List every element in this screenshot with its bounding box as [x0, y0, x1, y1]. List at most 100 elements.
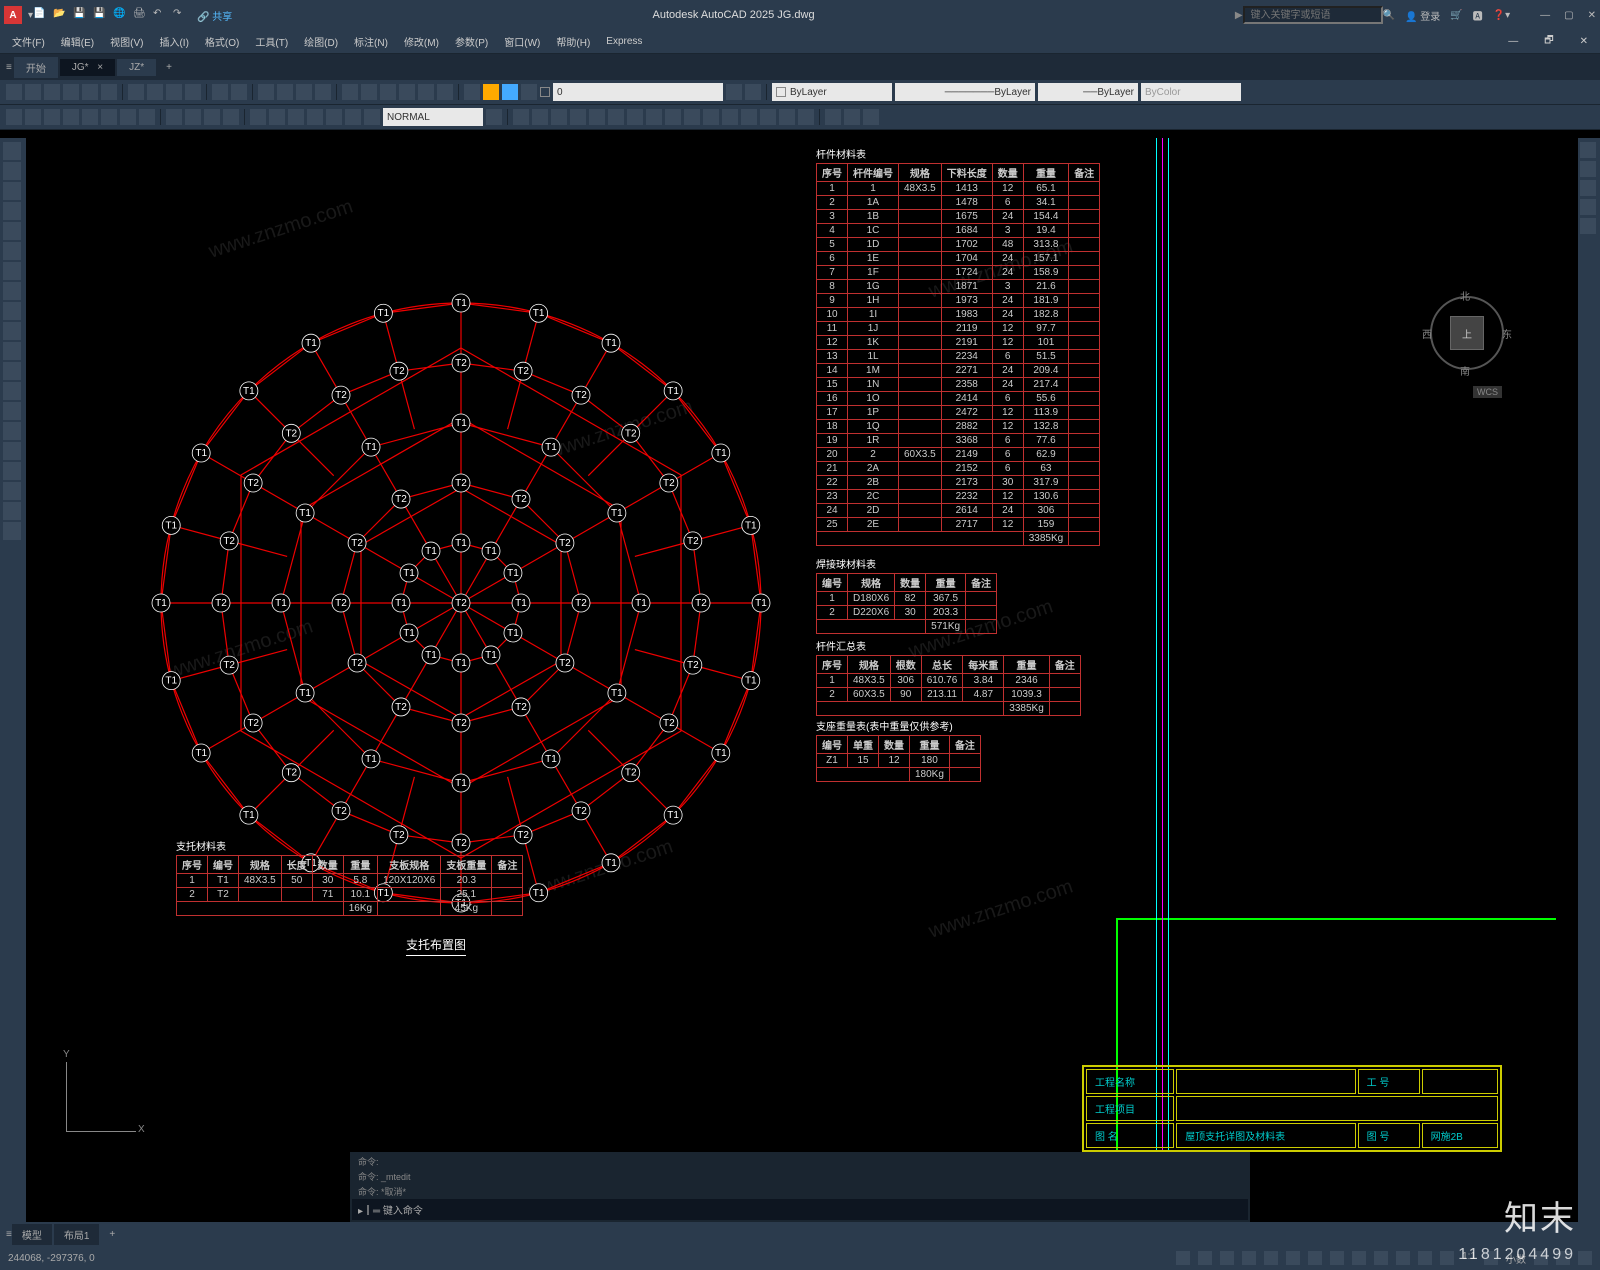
- wipeout-icon[interactable]: [3, 502, 21, 520]
- menu-insert[interactable]: 插入(I): [153, 32, 194, 51]
- tb-save-icon[interactable]: [44, 84, 60, 100]
- mod-fillet-icon[interactable]: [779, 109, 795, 125]
- mod-explode-icon[interactable]: [798, 109, 814, 125]
- command-line[interactable]: 命令: 命令: _mtedit 命令: *取消* ▸┃═ 键入命令: [350, 1152, 1250, 1222]
- full-nav-icon[interactable]: [1580, 142, 1596, 158]
- cmd-input[interactable]: ▸┃═ 键入命令: [358, 1202, 423, 1217]
- tb-tp-icon[interactable]: [380, 84, 396, 100]
- tb-ssm-icon[interactable]: [399, 84, 415, 100]
- dim-dia-icon[interactable]: [120, 109, 136, 125]
- dim-aligned-icon[interactable]: [25, 109, 41, 125]
- tb-sun-icon[interactable]: [483, 84, 499, 100]
- tb-pan-icon[interactable]: [258, 84, 274, 100]
- menu-help[interactable]: 帮助(H): [550, 32, 596, 51]
- dim-rad-icon[interactable]: [82, 109, 98, 125]
- dim-insp-icon[interactable]: [288, 109, 304, 125]
- web-icon[interactable]: 🌐: [113, 8, 127, 22]
- viewcube[interactable]: 北 南 东 西 上: [1422, 288, 1512, 378]
- draw-block-icon[interactable]: [825, 109, 841, 125]
- tb-freeze-icon[interactable]: [502, 84, 518, 100]
- tb-zoom-icon[interactable]: [277, 84, 293, 100]
- menu-modify[interactable]: 修改(M): [398, 32, 445, 51]
- mod-stretch-icon[interactable]: [665, 109, 681, 125]
- mod-offset-icon[interactable]: [570, 109, 586, 125]
- tb-redo-icon[interactable]: [231, 84, 247, 100]
- ellipse-icon[interactable]: [3, 242, 21, 260]
- sb-qp-icon[interactable]: [1396, 1251, 1410, 1265]
- dim-arc-icon[interactable]: [44, 109, 60, 125]
- menu-param[interactable]: 参数(P): [449, 32, 494, 51]
- tab-layout1[interactable]: 布局1: [54, 1224, 100, 1245]
- layer-dropdown[interactable]: 0: [553, 83, 723, 101]
- gradient-icon[interactable]: [3, 402, 21, 420]
- tb-cut-icon[interactable]: [128, 84, 144, 100]
- mod-join-icon[interactable]: [741, 109, 757, 125]
- dim-space-icon[interactable]: [204, 109, 220, 125]
- saveas-icon[interactable]: 💾: [93, 8, 107, 22]
- tb-markup-icon[interactable]: [418, 84, 434, 100]
- menubar-restore[interactable]: 🗗: [1538, 31, 1559, 52]
- dim-tol-icon[interactable]: [250, 109, 266, 125]
- apps-icon[interactable]: 🅰: [1473, 8, 1483, 23]
- dim-tedit-icon[interactable]: [345, 109, 361, 125]
- vc-east[interactable]: 东: [1502, 326, 1512, 341]
- sb-sc-icon[interactable]: [1418, 1251, 1432, 1265]
- sb-osnap-icon[interactable]: [1308, 1251, 1322, 1265]
- search-input[interactable]: [1243, 6, 1383, 24]
- wcs-label[interactable]: WCS: [1473, 386, 1502, 398]
- mod-mirror-icon[interactable]: [551, 109, 567, 125]
- min-button[interactable]: —: [1540, 10, 1550, 21]
- mod-copy-icon[interactable]: [532, 109, 548, 125]
- tb-zoomp-icon[interactable]: [315, 84, 331, 100]
- table-icon[interactable]: [3, 442, 21, 460]
- menu-format[interactable]: 格式(O): [199, 32, 245, 51]
- tb-open-icon[interactable]: [25, 84, 41, 100]
- share-button[interactable]: 🔗 共享: [197, 8, 232, 23]
- menu-dim[interactable]: 标注(N): [348, 32, 394, 51]
- drawing-canvas[interactable]: www.znzmo.com www.znzmo.com www.znzmo.co…: [26, 138, 1562, 1222]
- menu-express[interactable]: Express: [600, 34, 648, 49]
- vc-north[interactable]: 北: [1460, 288, 1470, 303]
- sb-otrack-icon[interactable]: [1330, 1251, 1344, 1265]
- vc-south[interactable]: 南: [1460, 363, 1470, 378]
- dimstyle-dropdown[interactable]: NORMAL: [383, 108, 483, 126]
- mod-rotate-icon[interactable]: [627, 109, 643, 125]
- tb-new-icon[interactable]: [6, 84, 22, 100]
- circle-icon[interactable]: [3, 182, 21, 200]
- tb-zoomw-icon[interactable]: [296, 84, 312, 100]
- search-icon[interactable]: 🔍: [1383, 10, 1395, 21]
- dim-jogl-icon[interactable]: [307, 109, 323, 125]
- draw-insert-icon[interactable]: [844, 109, 860, 125]
- addsel-icon[interactable]: [3, 482, 21, 500]
- tb-print-icon[interactable]: [63, 84, 79, 100]
- plot-icon[interactable]: 🖨: [133, 8, 147, 22]
- menu-tools[interactable]: 工具(T): [249, 32, 294, 51]
- tab-model[interactable]: 模型: [12, 1224, 52, 1245]
- tab-jg[interactable]: JG* ×: [60, 59, 115, 76]
- tb-layerstate-icon[interactable]: [726, 84, 742, 100]
- orbit-icon[interactable]: [1580, 199, 1596, 215]
- tb-undo-icon[interactable]: [212, 84, 228, 100]
- tb-layerprev-icon[interactable]: [745, 84, 761, 100]
- login-button[interactable]: 👤 登录: [1405, 8, 1440, 23]
- block2-icon[interactable]: [3, 342, 21, 360]
- dim-linear-icon[interactable]: [6, 109, 22, 125]
- menu-toggle-icon[interactable]: ≡: [6, 62, 12, 73]
- mod-extend-icon[interactable]: [703, 109, 719, 125]
- dim-cont-icon[interactable]: [185, 109, 201, 125]
- pline-icon[interactable]: [3, 162, 21, 180]
- hatch-icon[interactable]: [3, 262, 21, 280]
- max-button[interactable]: ▢: [1564, 10, 1573, 21]
- dim-jog-icon[interactable]: [101, 109, 117, 125]
- mod-move-icon[interactable]: [608, 109, 624, 125]
- tb-paste-icon[interactable]: [166, 84, 182, 100]
- lineweight-dropdown[interactable]: ── ByLayer: [1038, 83, 1138, 101]
- ellipsearc-icon[interactable]: [3, 302, 21, 320]
- sb-trans-icon[interactable]: [1374, 1251, 1388, 1265]
- draw-batch-icon[interactable]: [863, 109, 879, 125]
- color-dropdown[interactable]: ByLayer: [772, 83, 892, 101]
- dim-upd-icon[interactable]: [364, 109, 380, 125]
- mod-scale-icon[interactable]: [646, 109, 662, 125]
- tab-jz[interactable]: JZ*: [117, 59, 156, 76]
- undo-icon[interactable]: ↶: [153, 8, 167, 22]
